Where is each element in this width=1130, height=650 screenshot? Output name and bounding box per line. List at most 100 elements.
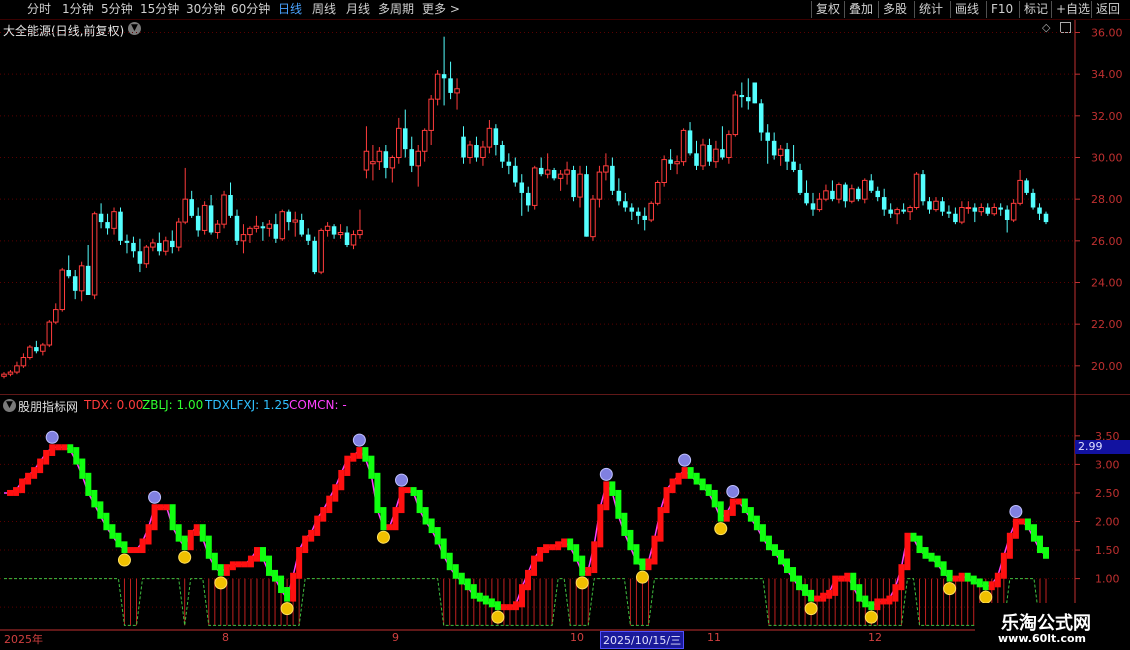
indicator-tick-label: 2.50 [1095, 487, 1120, 500]
candle-body [791, 161, 796, 170]
indicator-block [880, 598, 887, 605]
indicator-block [669, 478, 676, 494]
indicator-block [302, 535, 309, 554]
candle-body [350, 234, 357, 246]
candle-body [434, 73, 441, 100]
date-label: 9 [392, 631, 399, 644]
candle-body [616, 190, 622, 202]
candle-body [746, 97, 751, 102]
indicator-block [115, 532, 122, 548]
indicator-block [338, 469, 345, 491]
indicator-block [139, 538, 146, 554]
indicator-block [814, 595, 821, 602]
indicator-block [838, 575, 845, 582]
indicator-block [633, 544, 640, 565]
indicator-block [362, 447, 369, 462]
candle-body [467, 144, 473, 158]
candle-body [544, 169, 551, 175]
chevron-down-icon[interactable]: ▼ [3, 399, 16, 412]
indicator-block [1030, 524, 1037, 542]
candle-body [610, 165, 615, 191]
price-chart: 36.00 34.00 32.00 30.00 28.00 26.00 24.00 22.00… [0, 20, 1130, 395]
candle-body [913, 173, 920, 209]
candle-body [720, 149, 725, 158]
indicator-block [482, 595, 489, 605]
indicator-block [181, 535, 188, 551]
indicator-block [199, 524, 206, 542]
indicator-block [832, 575, 839, 596]
indicator-block [663, 487, 670, 514]
indicator-block [223, 564, 230, 576]
price-tick-label: 28.00 [1091, 193, 1123, 206]
candle-body [623, 201, 628, 208]
indicator-block [416, 489, 423, 514]
candle-body [72, 276, 78, 291]
indicator-block [518, 584, 525, 608]
indicator-block [844, 572, 851, 582]
candle-body [344, 232, 350, 245]
watermark-url: www.60lt.com [998, 632, 1087, 645]
sad-face-icon [1009, 505, 1023, 518]
indicator-block [603, 481, 610, 511]
price-tick-label: 20.00 [1091, 360, 1123, 373]
candle-body [1017, 179, 1023, 204]
candle-body [953, 213, 958, 223]
candle-body [266, 223, 273, 229]
candle-body [856, 188, 861, 200]
candle-body [1024, 180, 1029, 193]
indicator-block [543, 544, 550, 554]
candle-body [538, 167, 544, 175]
candle-body [131, 242, 136, 252]
candle-body [629, 207, 635, 212]
candle-body [959, 207, 965, 223]
indicator-block [681, 467, 688, 479]
indicator-block [13, 487, 20, 496]
indicator-block [151, 504, 158, 531]
indicator-block [512, 601, 519, 611]
price-tick-label: 34.00 [1091, 68, 1123, 81]
candle-body [292, 219, 299, 223]
price-tick-label: 32.00 [1091, 110, 1123, 123]
indicator-block [711, 489, 718, 508]
indicator-block [103, 512, 110, 531]
sad-face-icon [599, 467, 613, 481]
candle-body [752, 82, 758, 104]
indicator-block [862, 595, 869, 608]
smile-face-icon [214, 576, 228, 590]
indicator-block [127, 547, 134, 554]
indicator-block [392, 507, 399, 531]
indicator-block [790, 567, 797, 582]
candle-body [519, 182, 525, 193]
candle-body [124, 240, 130, 243]
candle-body [849, 188, 855, 202]
candle-body [816, 198, 823, 211]
candle-body [357, 229, 363, 236]
indicator-block [591, 541, 598, 574]
smile-face-icon [178, 550, 192, 564]
candle-body [991, 207, 997, 215]
smile-face-icon [491, 610, 505, 624]
indicator-block [368, 455, 375, 479]
indicator-block [597, 504, 604, 548]
candle-body [551, 170, 557, 179]
indicator-block [555, 541, 562, 551]
candle-body [603, 165, 609, 173]
candle-body [175, 221, 182, 248]
indicator-block [7, 489, 14, 496]
candle-body [273, 224, 279, 239]
indicator-comcn: COMCN: - [289, 398, 347, 412]
indicator-block [922, 547, 929, 559]
indicator-block [73, 447, 80, 465]
indicator-block [440, 538, 447, 559]
candle-body [965, 207, 972, 209]
sad-face-icon [148, 490, 162, 504]
candle-body [312, 240, 317, 273]
candle-body [894, 209, 900, 215]
candle-body [46, 321, 53, 346]
candle-body [797, 170, 803, 193]
indicator-block [1000, 552, 1007, 579]
indicator-block [994, 572, 1001, 588]
date-axis: 2025年 8 9 10 2025/10/15/三 11 12 [0, 630, 1075, 650]
candle-body [739, 95, 745, 98]
candle-body [396, 127, 402, 158]
